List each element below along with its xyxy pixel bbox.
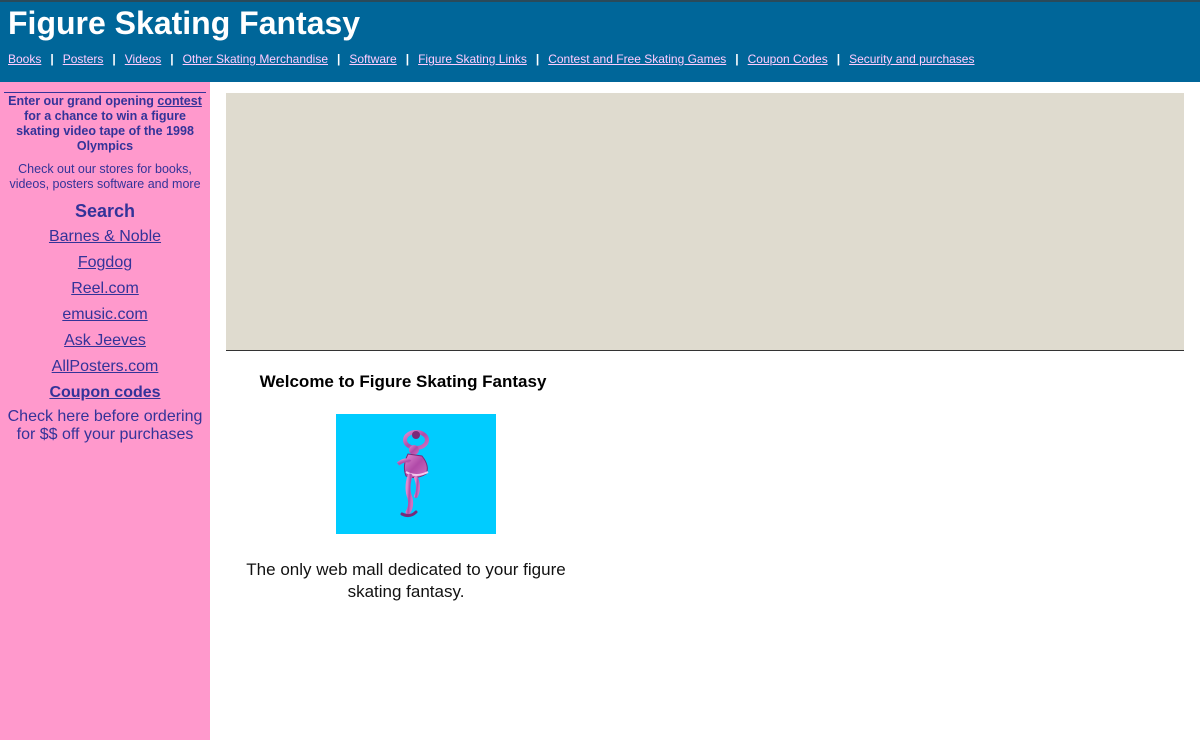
- nav-link-videos[interactable]: Videos: [125, 52, 161, 66]
- contest-link[interactable]: contest: [157, 94, 201, 108]
- nav-separator: |: [405, 52, 410, 66]
- nav-separator: |: [50, 52, 54, 66]
- search-link-emusic[interactable]: emusic.com: [0, 304, 210, 326]
- nav-link-posters[interactable]: Posters: [63, 52, 104, 66]
- search-link-ask-jeeves[interactable]: Ask Jeeves: [0, 330, 210, 352]
- sidebar: Enter our grand opening contest for a ch…: [0, 82, 210, 740]
- contest-promo: Enter our grand opening contest for a ch…: [4, 92, 206, 154]
- search-link-barnes-noble[interactable]: Barnes & Noble: [0, 226, 210, 248]
- nav-link-software[interactable]: Software: [349, 52, 396, 66]
- nav-link-coupon-codes[interactable]: Coupon Codes: [748, 52, 828, 66]
- search-heading: Search: [74, 201, 136, 221]
- figure-skater-image: [336, 414, 496, 534]
- tagline: The only web mall dedicated to your figu…: [246, 560, 566, 601]
- nav-separator: |: [836, 52, 841, 66]
- nav-link-contest-games[interactable]: Contest and Free Skating Games: [548, 52, 726, 66]
- figure-skater-icon: [396, 430, 429, 518]
- nav-link-books[interactable]: Books: [8, 52, 41, 66]
- search-link-fogdog[interactable]: Fogdog: [0, 252, 210, 274]
- banner-placeholder: [226, 93, 1184, 351]
- nav-separator: |: [112, 52, 116, 66]
- nav-link-security[interactable]: Security and purchases: [849, 52, 974, 66]
- promo-prefix: Enter our grand opening: [8, 94, 158, 108]
- coupon-codes-link[interactable]: Coupon codes: [0, 382, 210, 404]
- coupon-note: Check here before ordering for $$ off yo…: [7, 408, 203, 443]
- promo-suffix: for a chance to win a figure skating vid…: [16, 109, 194, 153]
- search-link-reel[interactable]: Reel.com: [0, 278, 210, 300]
- nav-separator: |: [535, 52, 540, 66]
- nav-link-other-merchandise[interactable]: Other Skating Merchandise: [183, 52, 328, 66]
- stores-note: Check out our stores for books, videos, …: [9, 162, 201, 191]
- nav-link-skating-links[interactable]: Figure Skating Links: [418, 52, 527, 66]
- nav-separator: |: [170, 52, 174, 66]
- site-title: Figure Skating Fantasy: [8, 5, 361, 41]
- search-link-allposters[interactable]: AllPosters.com: [0, 356, 210, 378]
- top-nav: Books | Posters | Videos | Other Skating Merch…: [8, 52, 974, 66]
- welcome-heading: Welcome to Figure Skating Fantasy: [259, 372, 547, 391]
- site-header: Figure Skating Fantasy Books | Posters | Vid…: [0, 0, 1200, 82]
- nav-separator: |: [337, 52, 341, 66]
- nav-separator: |: [735, 52, 739, 66]
